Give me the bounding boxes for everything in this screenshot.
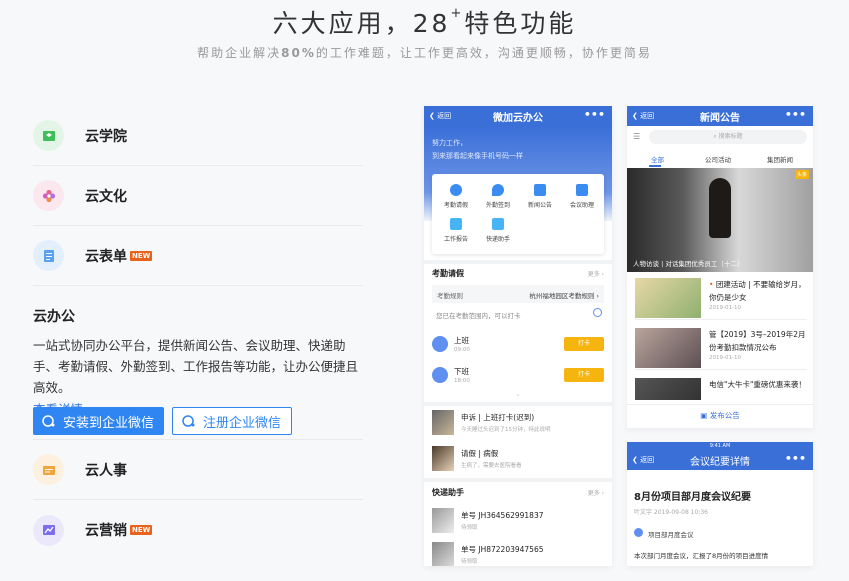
greeting-subtext: 到来那看起来像手机号码一样 [432, 152, 523, 160]
clock-in-time: 09:00 [454, 347, 470, 353]
list-item[interactable]: • 团建活动 | 不要输给岁月，你仍是少女 2019-01-10 [635, 272, 807, 320]
clock-out-time: 18:00 [454, 378, 470, 384]
tab-company-events[interactable]: 公司活动 [705, 154, 731, 164]
flower-icon [33, 180, 64, 211]
app-name: 云学院 [85, 128, 127, 145]
refresh-icon[interactable] [593, 308, 602, 317]
more-icon[interactable]: ••• [785, 452, 806, 465]
grid-item-field-checkin[interactable]: 外勤签到 [478, 184, 518, 209]
clock-out-button[interactable]: 打卡 [564, 368, 604, 382]
navbar: ❮ 返回 新闻公告 ••• [627, 106, 813, 126]
tab-group-news[interactable]: 集团新闻 [767, 154, 793, 164]
clock-out-label: 下班 [454, 367, 469, 376]
news-thumbnail [635, 278, 701, 318]
phone-mockup-news: ❮ 返回 新闻公告 ••• ☰ ⌕ 搜索标题 全部 公司活动 集团新闻 头条 人… [627, 106, 813, 428]
hero-subtitle: 帮助企业解决80%的工作难题，让工作更高效，沟通更顺畅，协作更简易 [197, 46, 652, 60]
department-icon [634, 528, 643, 537]
news-thumbnail [635, 328, 701, 368]
app-item-yunxueyuan[interactable]: 云学院 [33, 106, 363, 166]
active-tab-indicator [649, 165, 661, 167]
more-icon[interactable]: ••• [785, 108, 806, 121]
section-more-link[interactable]: 更多 › [588, 488, 604, 497]
meeting-body: 本次部门月度会议，汇报了8月份的项目进度情 [634, 552, 769, 560]
new-badge: NEW [130, 250, 153, 261]
navbar: ❮ 返回 微加云办公 ••• [424, 106, 612, 126]
section-title-attendance: 考勤请假 [432, 269, 464, 278]
app-item-yunyingxiao[interactable]: 云营销 NEW [33, 500, 363, 560]
graduation-cap-icon [33, 120, 64, 151]
expanded-title: 云办公 [33, 309, 75, 325]
hero-caption: 人物访谈 | 对话集团优秀员工（十二） [633, 260, 744, 268]
id-card-icon [33, 454, 64, 485]
register-wecom-button[interactable]: 注册企业微信 [172, 407, 293, 435]
hero-image[interactable]: 头条 人物访谈 | 对话集团优秀员工（十二） [627, 168, 813, 272]
hero-title: 六大应用，28+特色功能 [272, 6, 577, 38]
clock-icon [432, 336, 448, 352]
greeting-text: 努力工作， [432, 139, 467, 147]
package-photo [432, 542, 454, 566]
back-button[interactable]: ❮ 返回 [429, 111, 451, 121]
headline-badge: 头条 [794, 170, 809, 179]
report-icon [450, 218, 462, 230]
avatar [432, 410, 454, 435]
app-name: 云表单 [85, 248, 127, 265]
section-more-link[interactable]: 更多 › [588, 269, 604, 278]
department-label: 项目部月度会议 [648, 531, 694, 539]
list-item[interactable]: 单号 JH364562991837 待领取 [432, 508, 604, 538]
package-icon [492, 218, 504, 230]
range-status: 您已在考勤范围内，可以打卡 [436, 312, 521, 320]
chart-icon [33, 514, 64, 546]
app-name: 云人事 [85, 462, 127, 479]
menu-icon[interactable]: ☰ [633, 132, 640, 141]
tab-all[interactable]: 全部 [651, 154, 664, 164]
publish-announcement-button[interactable]: ▣ 发布公告 [627, 404, 813, 428]
grid-item-express[interactable]: 快递助手 [478, 218, 518, 243]
grid-item-news[interactable]: 新闻公告 [520, 184, 560, 209]
meeting-meta: 叶文宇 2019-09-08 10:36 [634, 509, 708, 516]
app-item-yunwenhua[interactable]: 云文化 [33, 166, 363, 226]
app-name: 云文化 [85, 188, 127, 205]
avatar [432, 446, 454, 471]
clock-in-label: 上班 [454, 336, 469, 345]
chat-bubble-icon [42, 415, 55, 427]
navbar: ❮ 返回 会议纪要详情 ••• [627, 450, 813, 470]
package-photo [432, 508, 454, 533]
expanded-panel-yunbangong: 云办公 一站式协同办公平台，提供新闻公告、会议助理、快递助手、考勤请假、外勤签到… [33, 300, 363, 440]
phone-mockup-yunbangong: ❮ 返回 微加云办公 ••• 努力工作， 到来那看起来像手机号码一样 考勤请假 … [424, 106, 612, 566]
back-button[interactable]: ❮ 返回 [632, 111, 654, 121]
more-icon[interactable]: ••• [584, 108, 605, 121]
clock-in-button[interactable]: 打卡 [564, 337, 604, 351]
list-item[interactable]: 单号 JH872203947565 待领取 [432, 542, 604, 566]
location-pin-icon [492, 184, 504, 196]
document-icon [534, 184, 546, 196]
grid-item-meeting[interactable]: 会议助理 [562, 184, 602, 209]
search-input[interactable]: ⌕ 搜索标题 [649, 130, 807, 144]
list-item[interactable]: 申诉 | 上班打卡(迟到) 今天睡过头迟到了15分钟，特此说明 [432, 410, 604, 440]
list-item[interactable]: 电信"大牛卡"重磅优惠来袭！ [635, 372, 807, 402]
feature-grid: 考勤请假 外勤签到 新闻公告 会议助理 工作报告 快递助手 [432, 174, 604, 254]
grid-item-report[interactable]: 工作报告 [436, 218, 476, 243]
clock-icon [432, 367, 448, 383]
attendance-rule-row[interactable]: 考勤规则 杭州福地园区考勤规则 › [432, 285, 604, 303]
phone-mockup-meeting: 9:41 AM ❮ 返回 会议纪要详情 ••• 8月份项目部月度会议纪要 叶文宇… [627, 442, 813, 566]
section-title-express: 快递助手 [432, 488, 464, 497]
news-thumbnail [635, 378, 701, 400]
form-icon [33, 240, 64, 271]
app-item-yunrenshi[interactable]: 云人事 [33, 440, 363, 500]
list-item[interactable]: 请假 | 病假 生病了，需要去医院看看 [432, 446, 604, 476]
back-button[interactable]: ❮ 返回 [632, 455, 654, 465]
app-item-yunbiaodan[interactable]: 云表单 NEW [33, 226, 363, 286]
install-to-wecom-button[interactable]: 安装到企业微信 [33, 407, 165, 435]
chat-bubble-icon [182, 415, 195, 427]
grid-item-attendance[interactable]: 考勤请假 [436, 184, 476, 209]
new-badge: NEW [130, 525, 153, 535]
expanded-description: 一站式协同办公平台，提供新闻公告、会议助理、快递助手、考勤请假、外勤签到、工作报… [33, 338, 359, 395]
status-bar: 9:41 AM [627, 442, 813, 450]
meeting-icon [576, 184, 588, 196]
clock-icon [450, 184, 462, 196]
list-item[interactable]: 管【2019】3号–2019年2月份考勤扣款情况公布 2019-01-10 [635, 322, 807, 370]
meeting-title: 8月份项目部月度会议纪要 [634, 492, 751, 503]
chevron-down-icon[interactable]: ⌄ [515, 390, 521, 398]
app-name: 云营销 [85, 523, 127, 539]
